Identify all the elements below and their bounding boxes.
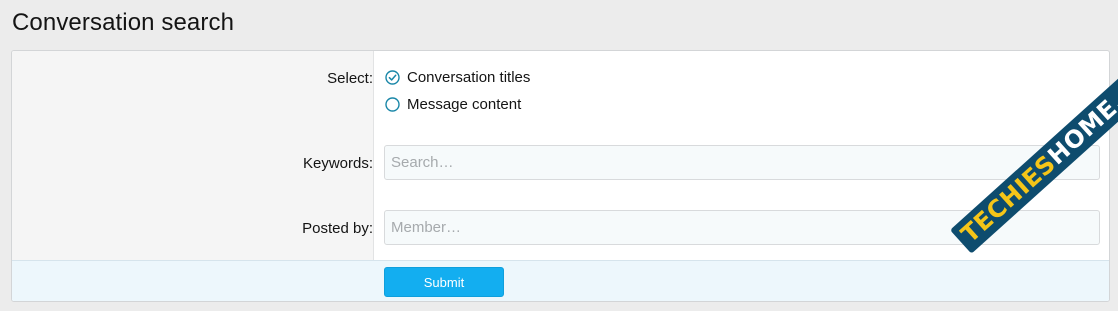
select-label: Select: <box>327 70 373 87</box>
keywords-label: Keywords: <box>302 155 373 172</box>
page-title: Conversation search <box>12 9 235 36</box>
radio-label: Conversation titles <box>407 69 531 86</box>
radio-label: Message content <box>407 96 522 113</box>
radio-checked-icon[interactable] <box>385 70 400 85</box>
radio-conversation-titles[interactable]: Conversation titles <box>385 69 530 86</box>
radio-message-content[interactable]: Message content <box>385 96 521 113</box>
search-form: Select: Conversation titles Message cont… <box>11 50 1110 302</box>
form-submit-row: Submit <box>12 260 1109 301</box>
posted-by-label: Posted by: <box>302 220 373 237</box>
radio-unchecked-icon[interactable] <box>385 97 400 112</box>
submit-button[interactable]: Submit <box>384 267 504 297</box>
keywords-input[interactable] <box>384 145 1100 180</box>
